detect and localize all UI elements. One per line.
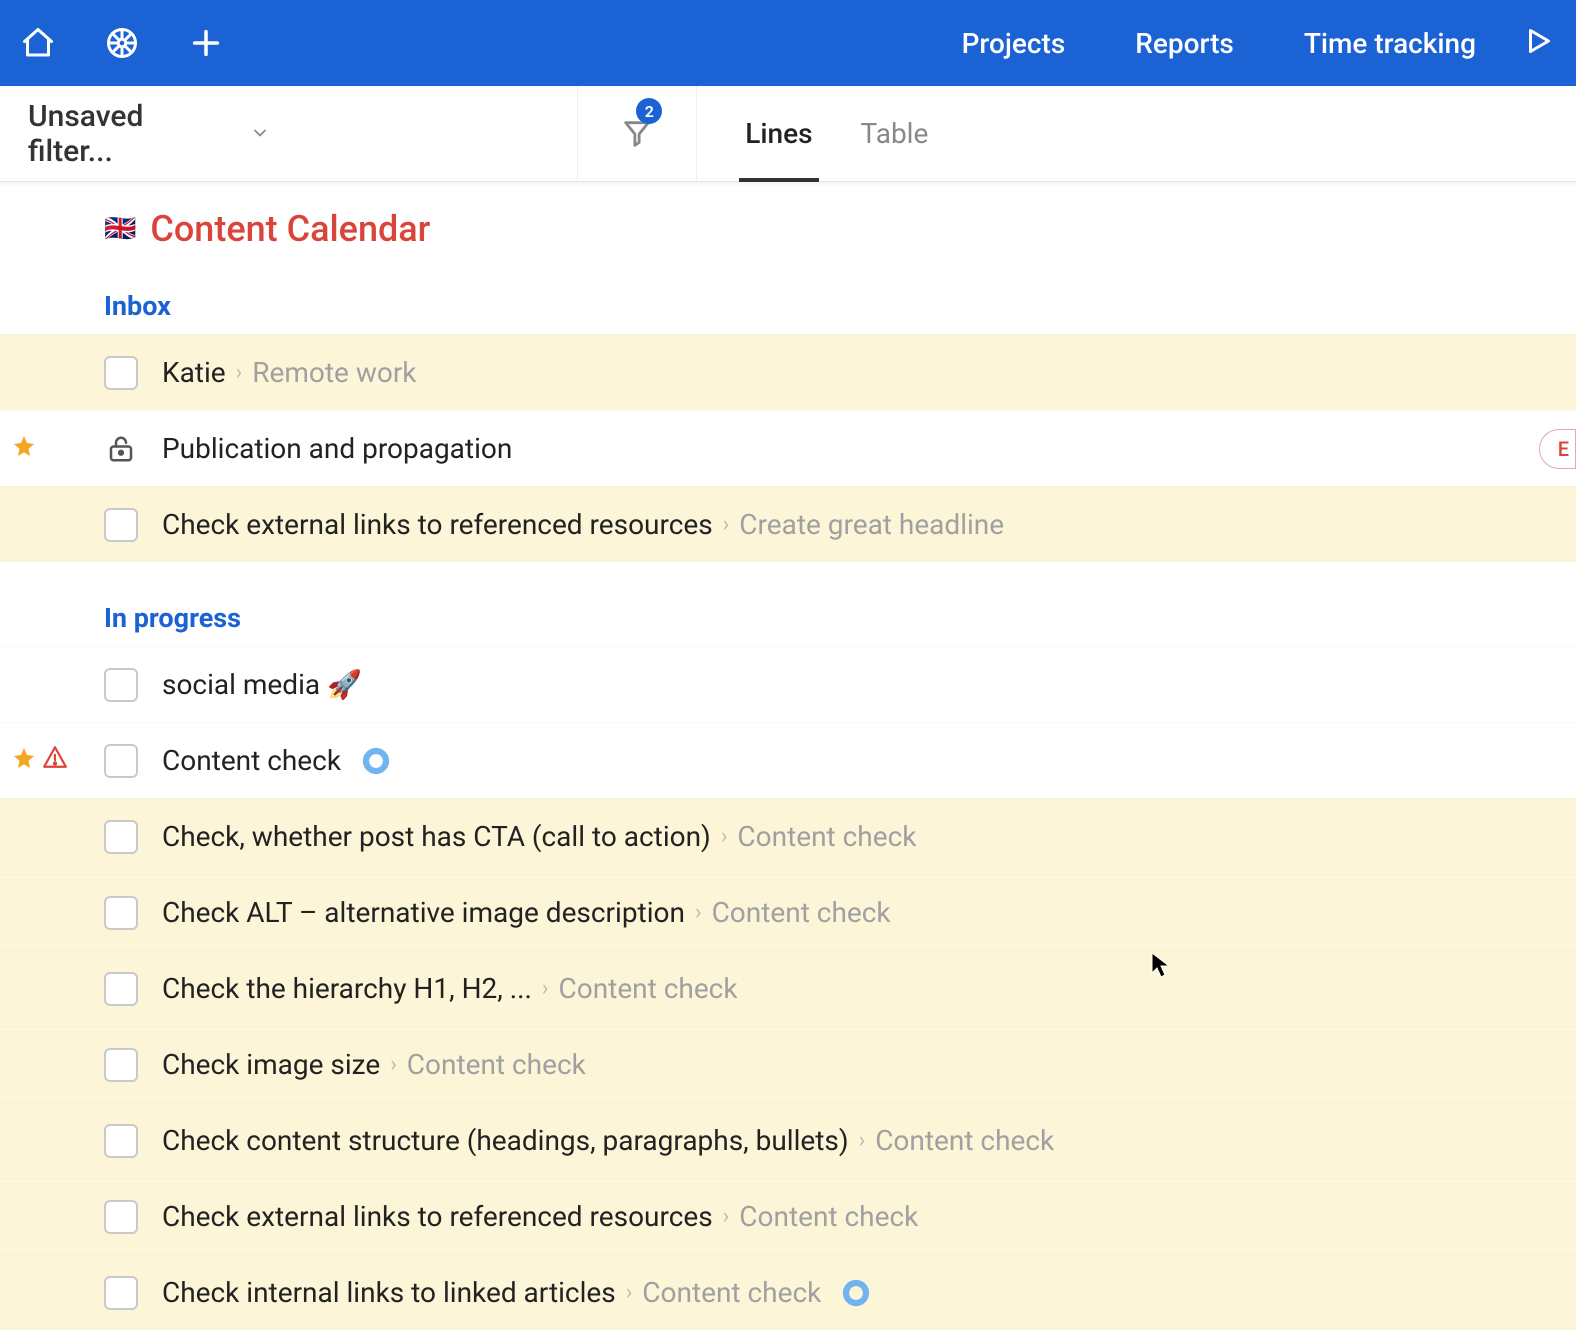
topbar-left-actions <box>10 23 226 63</box>
task-label: Content check <box>162 744 341 777</box>
task-checkbox[interactable] <box>104 1276 138 1310</box>
topbar: Projects Reports Time tracking <box>0 0 1576 86</box>
row-gutter <box>0 875 95 950</box>
tab-lines[interactable]: Lines <box>745 86 812 181</box>
task-label: Check content structure (headings, parag… <box>162 1124 849 1157</box>
task-label: Check internal links to linked articles <box>162 1276 616 1309</box>
warning-icon <box>42 744 68 777</box>
row-gutter <box>0 647 95 722</box>
add-icon[interactable] <box>186 23 226 63</box>
task-label: Check, whether post has CTA (call to act… <box>162 820 711 853</box>
star-icon[interactable] <box>12 744 36 777</box>
section-inbox-header[interactable]: Inbox <box>0 290 1576 322</box>
task-checkbox[interactable] <box>104 1200 138 1234</box>
task-row[interactable]: Check content structure (headings, parag… <box>0 1102 1576 1178</box>
breadcrumb-sep-icon: › <box>695 900 702 925</box>
breadcrumb-sep-icon: › <box>236 360 243 385</box>
task-label: social media 🚀 <box>162 668 362 701</box>
task-row[interactable]: Check ALT – alternative image descriptio… <box>0 874 1576 950</box>
filterbar: Unsaved filter... 2 Lines Table <box>0 86 1576 182</box>
section-in-progress-header[interactable]: In progress <box>0 602 1576 634</box>
row-gutter <box>0 1103 95 1178</box>
task-label: Check external links to referenced resou… <box>162 508 713 541</box>
row-gutter <box>0 799 95 874</box>
progress-ring-icon <box>841 1278 871 1308</box>
row-gutter <box>0 487 95 562</box>
filter-badge: 2 <box>636 98 662 124</box>
row-gutter <box>0 1027 95 1102</box>
task-label: Check ALT – alternative image descriptio… <box>162 896 685 929</box>
chevron-down-icon <box>250 116 270 151</box>
task-label: Katie <box>162 356 226 389</box>
task-row[interactable]: Content check <box>0 722 1576 798</box>
task-label: Check the hierarchy H1, H2, ... <box>162 972 532 1005</box>
star-icon[interactable] <box>12 432 36 465</box>
task-row[interactable]: Check, whether post has CTA (call to act… <box>0 798 1576 874</box>
row-gutter <box>0 1255 95 1330</box>
task-crumb: Content check <box>739 1200 918 1233</box>
task-row[interactable]: Check the hierarchy H1, H2, ... › Conten… <box>0 950 1576 1026</box>
task-crumb: Content check <box>407 1048 586 1081</box>
task-checkbox[interactable] <box>104 508 138 542</box>
task-crumb: Content check <box>559 972 738 1005</box>
task-crumb: Remote work <box>252 356 416 389</box>
home-icon[interactable] <box>18 23 58 63</box>
row-gutter <box>0 723 95 798</box>
task-row[interactable]: Check image size › Content check <box>0 1026 1576 1102</box>
view-tabs: Lines Table <box>697 86 976 181</box>
nav-projects[interactable]: Projects <box>962 27 1066 60</box>
nav-reports[interactable]: Reports <box>1135 27 1234 60</box>
filter-label: Unsaved filter... <box>28 99 236 169</box>
task-crumb: Content check <box>642 1276 821 1309</box>
task-row[interactable]: Check external links to referenced resou… <box>0 486 1576 562</box>
filter-button[interactable]: 2 <box>577 86 697 181</box>
task-crumb: Content check <box>737 820 916 853</box>
row-gutter <box>0 335 95 410</box>
nav-time-tracking[interactable]: Time tracking <box>1304 27 1476 60</box>
task-label: Check image size <box>162 1048 380 1081</box>
task-row[interactable]: Publication and propagation E <box>0 410 1576 486</box>
task-row[interactable]: Check internal links to linked articles … <box>0 1254 1576 1330</box>
tab-table[interactable]: Table <box>861 86 929 181</box>
task-checkbox[interactable] <box>104 820 138 854</box>
task-checkbox[interactable] <box>104 896 138 930</box>
task-checkbox[interactable] <box>104 744 138 778</box>
task-checkbox[interactable] <box>104 668 138 702</box>
lock-icon <box>104 432 138 466</box>
breadcrumb-sep-icon: › <box>390 1052 397 1077</box>
flag-icon: 🇬🇧 <box>104 216 136 242</box>
task-crumb: Create great headline <box>739 508 1004 541</box>
breadcrumb-sep-icon: › <box>721 824 728 849</box>
task-crumb: Content check <box>712 896 891 929</box>
task-checkbox[interactable] <box>104 356 138 390</box>
page-title: 🇬🇧 Content Calendar <box>0 208 1576 250</box>
wheel-icon[interactable] <box>102 23 142 63</box>
progress-ring-icon <box>361 746 391 776</box>
breadcrumb-sep-icon: › <box>859 1128 866 1153</box>
topbar-nav: Projects Reports Time tracking <box>962 27 1476 60</box>
breadcrumb-sep-icon: › <box>626 1280 633 1305</box>
task-row[interactable]: Check external links to referenced resou… <box>0 1178 1576 1254</box>
page-title-text[interactable]: Content Calendar <box>150 208 430 250</box>
task-checkbox[interactable] <box>104 972 138 1006</box>
task-label: Publication and propagation <box>162 432 512 465</box>
breadcrumb-sep-icon: › <box>723 1204 730 1229</box>
task-checkbox[interactable] <box>104 1124 138 1158</box>
task-crumb: Content check <box>875 1124 1054 1157</box>
play-icon[interactable] <box>1520 23 1556 63</box>
task-checkbox[interactable] <box>104 1048 138 1082</box>
task-label: Check external links to referenced resou… <box>162 1200 713 1233</box>
row-gutter <box>0 951 95 1026</box>
row-gutter <box>0 411 95 486</box>
breadcrumb-sep-icon: › <box>542 976 549 1001</box>
content: 🇬🇧 Content Calendar Inbox Katie › Remote… <box>0 182 1576 1330</box>
task-row[interactable]: Katie › Remote work <box>0 334 1576 410</box>
row-gutter <box>0 1179 95 1254</box>
filter-dropdown[interactable]: Unsaved filter... <box>0 86 298 181</box>
task-row[interactable]: social media 🚀 <box>0 646 1576 722</box>
breadcrumb-sep-icon: › <box>723 512 730 537</box>
task-badge[interactable]: E <box>1539 429 1576 469</box>
